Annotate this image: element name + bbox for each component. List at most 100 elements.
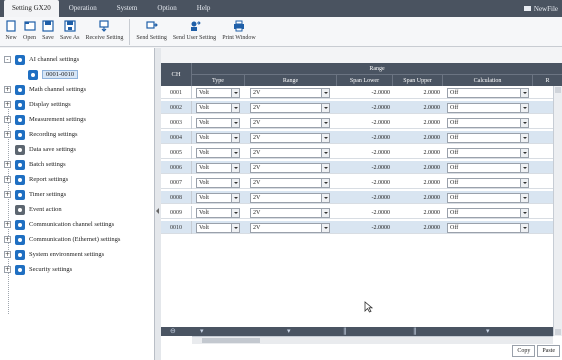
- chevron-down-icon[interactable]: [520, 164, 528, 172]
- tab-setting-gx20[interactable]: Setting GX20: [4, 0, 59, 17]
- open-button[interactable]: Open: [20, 17, 39, 47]
- menu-option[interactable]: Option: [147, 0, 186, 17]
- span-upper-cell[interactable]: 2.0000: [393, 101, 443, 114]
- span-upper-cell[interactable]: 2.0000: [393, 206, 443, 219]
- ch-cell[interactable]: 0001: [161, 86, 192, 99]
- print-window-button[interactable]: Print Window: [219, 17, 258, 47]
- range-select[interactable]: 2V: [250, 103, 330, 113]
- chevron-down-icon[interactable]: [231, 149, 239, 157]
- chevron-down-icon[interactable]: [321, 194, 329, 202]
- calculation-select[interactable]: Off: [447, 148, 529, 158]
- expand-icon[interactable]: +: [4, 161, 11, 168]
- range-select[interactable]: 2V: [250, 208, 330, 218]
- tree-item[interactable]: + Communication channel settings: [0, 217, 155, 232]
- calculation-select[interactable]: Off: [447, 133, 529, 143]
- chevron-down-icon[interactable]: [231, 209, 239, 217]
- scroll-up-icon[interactable]: [555, 87, 561, 93]
- chevron-down-icon[interactable]: [520, 104, 528, 112]
- calculation-select[interactable]: Off: [447, 118, 529, 128]
- chevron-down-icon[interactable]: [321, 209, 329, 217]
- type-select[interactable]: Volt: [196, 208, 240, 218]
- tree-item[interactable]: + Math channel settings: [0, 82, 155, 97]
- span-lower-cell[interactable]: -2.0000: [337, 86, 393, 99]
- type-select[interactable]: Volt: [196, 88, 240, 98]
- range-select[interactable]: 2V: [250, 148, 330, 158]
- ch-cell[interactable]: 0006: [161, 161, 192, 174]
- calculation-select[interactable]: Off: [447, 193, 529, 203]
- chevron-down-icon[interactable]: [520, 119, 528, 127]
- expand-icon[interactable]: +: [4, 101, 11, 108]
- span-lower-cell[interactable]: -2.0000: [337, 221, 393, 234]
- span-lower-cell[interactable]: -2.0000: [337, 191, 393, 204]
- paste-button[interactable]: Paste: [537, 345, 560, 357]
- ch-cell[interactable]: 0002: [161, 101, 192, 114]
- range-select[interactable]: 2V: [250, 223, 330, 233]
- chevron-down-icon[interactable]: [321, 224, 329, 232]
- span-upper-cell[interactable]: 2.0000: [393, 116, 443, 129]
- chevron-down-icon[interactable]: [520, 134, 528, 142]
- chevron-down-icon[interactable]: [321, 164, 329, 172]
- type-select[interactable]: Volt: [196, 133, 240, 143]
- calculation-select[interactable]: Off: [447, 88, 529, 98]
- copy-button[interactable]: Copy: [512, 345, 536, 357]
- tree-item[interactable]: + Timer settings: [0, 187, 155, 202]
- scroll-thumb[interactable]: [202, 338, 260, 343]
- span-lower-cell[interactable]: -2.0000: [337, 131, 393, 144]
- chevron-down-icon[interactable]: [321, 119, 329, 127]
- ch-cell[interactable]: 0010: [161, 221, 192, 234]
- ch-cell[interactable]: 0005: [161, 146, 192, 159]
- range-select[interactable]: 2V: [250, 163, 330, 173]
- span-lower-cell[interactable]: -2.0000: [337, 116, 393, 129]
- menu-help[interactable]: Help: [187, 0, 221, 17]
- collapse-icon[interactable]: -: [4, 56, 11, 63]
- chevron-down-icon[interactable]: [520, 194, 528, 202]
- tree-item[interactable]: 0001-0010: [0, 67, 155, 82]
- span-upper-cell[interactable]: 2.0000: [393, 146, 443, 159]
- chevron-down-icon[interactable]: [231, 119, 239, 127]
- range-select[interactable]: 2V: [250, 178, 330, 188]
- menu-operation[interactable]: Operation: [59, 0, 107, 17]
- chevron-down-icon[interactable]: [520, 89, 528, 97]
- vertical-scrollbar[interactable]: [553, 86, 562, 336]
- menu-system[interactable]: System: [107, 0, 148, 17]
- range-select[interactable]: 2V: [250, 118, 330, 128]
- chevron-down-icon[interactable]: [321, 89, 329, 97]
- span-upper-cell[interactable]: 2.0000: [393, 221, 443, 234]
- type-select[interactable]: Volt: [196, 193, 240, 203]
- ch-cell[interactable]: 0004: [161, 131, 192, 144]
- type-select[interactable]: Volt: [196, 163, 240, 173]
- chevron-down-icon[interactable]: [231, 224, 239, 232]
- expand-icon[interactable]: +: [4, 191, 11, 198]
- calculation-select[interactable]: Off: [447, 163, 529, 173]
- chevron-down-icon[interactable]: [231, 134, 239, 142]
- calculation-select[interactable]: Off: [447, 103, 529, 113]
- span-lower-cell[interactable]: -2.0000: [337, 146, 393, 159]
- filter-icon[interactable]: ▾: [486, 327, 490, 336]
- tree-item[interactable]: + Batch settings: [0, 157, 155, 172]
- chevron-down-icon[interactable]: [231, 89, 239, 97]
- expand-icon[interactable]: +: [4, 221, 11, 228]
- save-as-button[interactable]: Save As: [57, 17, 83, 47]
- tree-item[interactable]: + Measurement settings: [0, 112, 155, 127]
- chevron-down-icon[interactable]: [321, 104, 329, 112]
- type-select[interactable]: Volt: [196, 118, 240, 128]
- tree-item[interactable]: - AI channel settings: [0, 52, 155, 67]
- span-upper-cell[interactable]: 2.0000: [393, 86, 443, 99]
- ch-cell[interactable]: 0009: [161, 206, 192, 219]
- type-select[interactable]: Volt: [196, 223, 240, 233]
- range-select[interactable]: 2V: [250, 133, 330, 143]
- expand-icon[interactable]: +: [4, 251, 11, 258]
- chevron-down-icon[interactable]: [231, 104, 239, 112]
- span-lower-cell[interactable]: -2.0000: [337, 206, 393, 219]
- marker-icon[interactable]: ‖: [343, 327, 347, 336]
- chevron-down-icon[interactable]: [231, 194, 239, 202]
- expand-icon[interactable]: +: [4, 131, 11, 138]
- chevron-down-icon[interactable]: [321, 179, 329, 187]
- ch-cell[interactable]: 0003: [161, 116, 192, 129]
- send-setting-button[interactable]: Send Setting: [133, 17, 170, 47]
- span-lower-cell[interactable]: -2.0000: [337, 101, 393, 114]
- ch-cell[interactable]: 0008: [161, 191, 192, 204]
- span-lower-cell[interactable]: -2.0000: [337, 176, 393, 189]
- new-button[interactable]: New: [2, 17, 20, 47]
- chevron-down-icon[interactable]: [321, 134, 329, 142]
